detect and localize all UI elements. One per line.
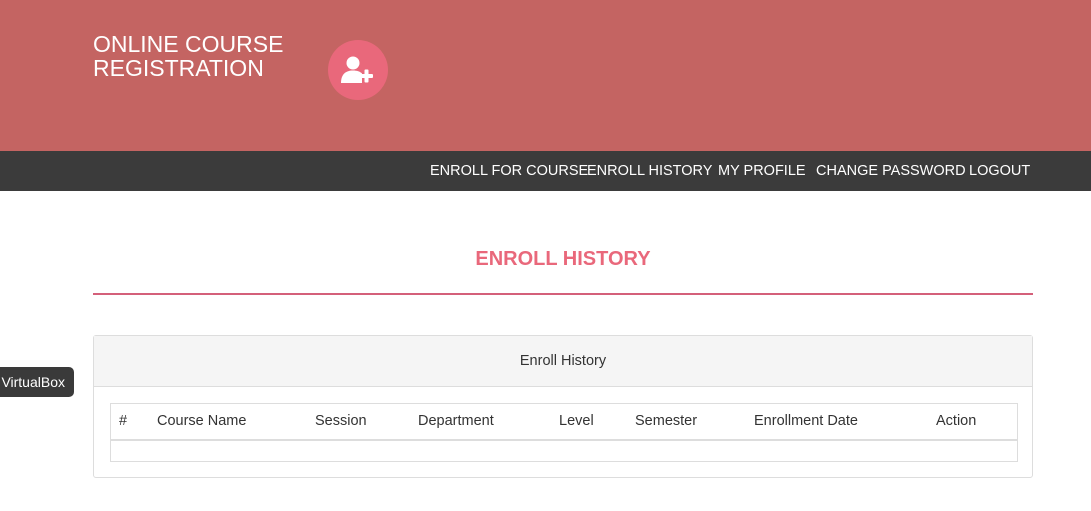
column-header-action: Action xyxy=(936,413,977,429)
nav-enroll-for-course[interactable]: ENROLL FOR COURSE xyxy=(430,151,588,191)
title-divider xyxy=(93,293,1033,295)
column-header-department: Department xyxy=(418,413,494,429)
enroll-history-table: # Course Name Session Department Level S… xyxy=(110,403,1018,462)
column-header-number: # xyxy=(119,413,128,429)
nav-my-profile[interactable]: MY PROFILE xyxy=(718,151,806,191)
page-title: ENROLL HISTORY xyxy=(475,248,651,270)
logo-badge xyxy=(328,40,388,100)
table-header-row: # Course Name Session Department Level S… xyxy=(111,404,1017,441)
column-header-enrollment-date: Enrollment Date xyxy=(754,413,858,429)
brand-line-1: ONLINE COURSE xyxy=(93,31,284,57)
virtualbox-tooltip: VirtualBox xyxy=(0,367,74,397)
nav-logout[interactable]: LOGOUT xyxy=(969,151,1030,191)
brand-title[interactable]: ONLINE COURSE REGISTRATION xyxy=(93,32,313,80)
main-navbar: ENROLL FOR COURSE ENROLL HISTORY MY PROF… xyxy=(0,151,1091,191)
tooltip-text: VirtualBox xyxy=(1,374,65,390)
nav-enroll-history[interactable]: ENROLL HISTORY xyxy=(587,151,712,191)
enroll-history-panel: Enroll History # Course Name Session Dep… xyxy=(93,335,1033,478)
column-header-level: Level xyxy=(559,413,594,429)
nav-change-password[interactable]: CHANGE PASSWORD xyxy=(816,151,966,191)
column-header-semester: Semester xyxy=(635,413,698,429)
panel-heading: Enroll History xyxy=(94,336,1032,387)
column-header-session: Session xyxy=(315,413,367,429)
column-header-course-name: Course Name xyxy=(157,413,247,429)
brand-line-2: REGISTRATION xyxy=(93,55,264,81)
user-plus-icon xyxy=(341,56,373,83)
site-header: ONLINE COURSE REGISTRATION xyxy=(0,0,1091,151)
